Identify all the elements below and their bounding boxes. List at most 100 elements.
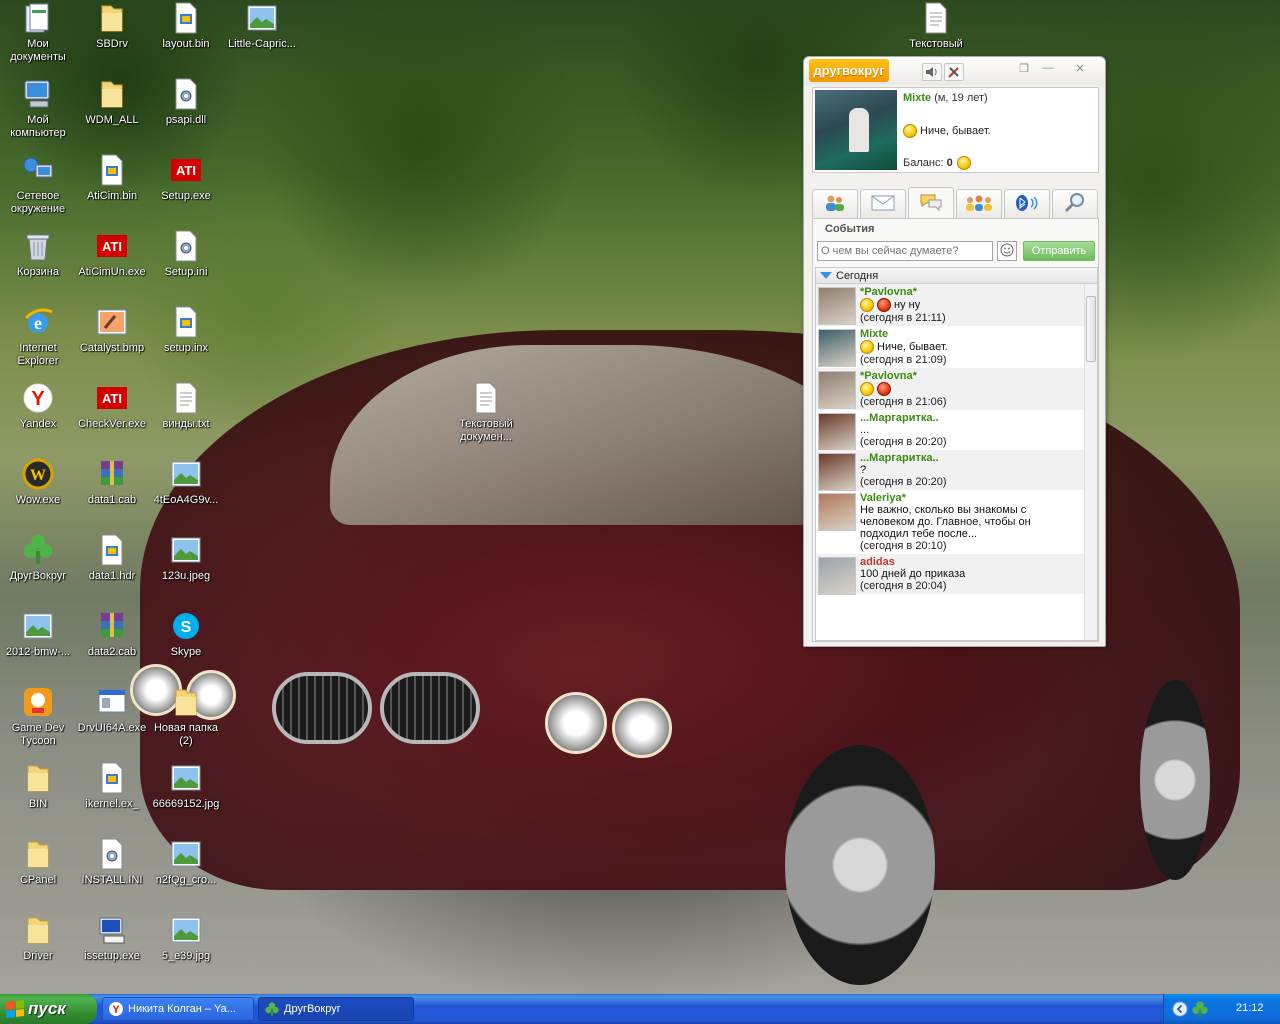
feed-scrollbar[interactable] [1084, 284, 1097, 640]
bluetooth-icon [1013, 193, 1041, 216]
scrollbar-thumb[interactable] [1086, 296, 1096, 362]
desktop-icon[interactable]: data1.hdr [74, 532, 150, 604]
desktop-icon[interactable]: Game Dev Tycoon [0, 684, 76, 756]
tray-drugvokrug-icon[interactable] [1192, 1001, 1208, 1020]
desktop-icon[interactable]: ikernel.ex_ [74, 760, 150, 832]
desktop-icon[interactable]: Мой компьютер [0, 76, 76, 148]
desktop-icon[interactable]: SBDrv [74, 0, 150, 72]
desktop-icon[interactable]: Driver [0, 912, 76, 984]
drugvokrug-titlebar[interactable]: другвокруг ❐ — ✕ [804, 57, 1105, 85]
feed-group-header[interactable]: Сегодня [816, 268, 1097, 284]
clock[interactable]: 21:12 [1236, 1002, 1264, 1014]
desktop-icon[interactable]: n2fQg_cro... [148, 836, 224, 908]
feed-item[interactable]: ...Маргаритка..? (сегодня в 20:20) [816, 450, 1084, 491]
desktop-icon[interactable]: Y Yandex [0, 380, 76, 452]
desktop-icon[interactable]: AtiCim.bin [74, 152, 150, 224]
close-icon[interactable]: ✕ [1070, 60, 1090, 76]
desktop-icon[interactable]: Setup.ini [148, 228, 224, 300]
desktop-icon[interactable]: WDM_ALL [74, 76, 150, 148]
minimize-icon[interactable]: — [1038, 60, 1058, 76]
desktop-icon[interactable]: ДругВокруг [0, 532, 76, 604]
feed-time: (сегодня в 20:20) [860, 476, 947, 488]
start-button[interactable]: пуск [0, 994, 97, 1024]
settings-file-icon [170, 230, 202, 262]
emoji-button[interactable] [997, 241, 1017, 261]
desktop-icon-label: BIN [28, 798, 48, 810]
feed-avatar[interactable] [818, 413, 856, 451]
desktop-icon[interactable]: W Wow.exe [0, 456, 76, 528]
feed-author[interactable]: *Pavlovna* [860, 286, 1082, 298]
desktop-icon[interactable]: psapi.dll [148, 76, 224, 148]
feed-avatar[interactable] [818, 453, 856, 491]
feed-item[interactable]: *Pavlovna* ну ну (сегодня в 21:11) [816, 284, 1084, 326]
feed-avatar[interactable] [818, 287, 856, 325]
tab-contacts[interactable] [812, 189, 858, 219]
tab-messages[interactable] [860, 189, 906, 219]
desktop-icon[interactable]: Сетевое окружение [0, 152, 76, 224]
feed-item[interactable]: adidas 100 дней до приказа (сегодня в 20:0… [816, 554, 1084, 595]
desktop-icon[interactable]: INSTALL.INI [74, 836, 150, 908]
task-drugvokrug[interactable]: ДругВокруг [258, 997, 414, 1021]
feed-avatar[interactable] [818, 329, 856, 367]
tab-people-nearby[interactable] [956, 189, 1002, 219]
desktop-icon[interactable]: data1.cab [74, 456, 150, 528]
feed-author[interactable]: ...Маргаритка.. [860, 412, 1082, 424]
drugvokrug-window[interactable]: другвокруг ❐ — ✕ Mixte (м, 19 лет) Ниче,… [803, 56, 1106, 647]
desktop-icon[interactable]: Текстовый докумен... [448, 380, 524, 452]
desktop-icon[interactable]: BIN [0, 760, 76, 832]
windows-flag-icon [6, 1000, 24, 1018]
tab-bluetooth[interactable] [1004, 189, 1050, 219]
image-file-icon [170, 762, 202, 794]
feed-author[interactable]: Valeriya* [860, 492, 1082, 504]
feed-avatar[interactable] [818, 371, 856, 409]
feed-author[interactable]: ...Маргаритка.. [860, 452, 1082, 464]
desktop-icon[interactable]: Мои документы [0, 0, 76, 72]
wallpaper-car-rear-wheel [1140, 680, 1210, 880]
settings-tools-icon[interactable] [944, 63, 964, 81]
profile-avatar[interactable] [815, 90, 897, 170]
sound-icon[interactable] [922, 63, 942, 81]
desktop-icon[interactable]: setup.inx [148, 304, 224, 376]
desktop-icon[interactable]: CPanel [0, 836, 76, 908]
desktop-icon[interactable]: Catalyst.bmp [74, 304, 150, 376]
status-input[interactable] [817, 241, 993, 261]
desktop-icon[interactable]: S Skype [148, 608, 224, 680]
desktop-icon[interactable]: 2012-bmw-... [0, 608, 76, 680]
desktop-icon[interactable]: 66669152.jpg [148, 760, 224, 832]
desktop-icon[interactable]: e Internet Explorer [0, 304, 76, 376]
tray-back-arrow-icon[interactable] [1172, 1001, 1188, 1020]
feed-author[interactable]: Mixte [860, 328, 1082, 340]
desktop-icon[interactable]: винды.txt [148, 380, 224, 452]
desktop-icon[interactable]: ATI CheckVer.exe [74, 380, 150, 452]
desktop-icon[interactable]: data2.cab [74, 608, 150, 680]
desktop-icon-label: Skype [170, 646, 202, 658]
paint-file-icon [96, 306, 128, 338]
feed-author[interactable]: *Pavlovna* [860, 370, 1082, 382]
send-button[interactable]: Отправить [1023, 241, 1095, 261]
events-feed[interactable]: Сегодня *Pavlovna* ну ну (сегодня в 21:11)… [815, 267, 1098, 641]
desktop-icon[interactable]: Little-Capric... [224, 0, 300, 72]
image-file-icon [170, 914, 202, 946]
feed-item[interactable]: Valeriya* Не важно, сколько вы знакомы с … [816, 490, 1084, 554]
restore-icon[interactable]: ❐ [1014, 60, 1034, 76]
feed-avatar[interactable] [818, 493, 856, 531]
desktop-icon[interactable]: ATI AtiCimUn.exe [74, 228, 150, 300]
desktop-icon[interactable]: Новая папка (2) [148, 684, 224, 756]
tab-search[interactable] [1052, 189, 1098, 219]
desktop-icon[interactable]: 4tEoA4G9v... [148, 456, 224, 528]
feed-item[interactable]: Mixte Ниче, бывает. (сегодня в 21:09) [816, 326, 1084, 368]
feed-item[interactable]: *Pavlovna* (сегодня в 21:06) [816, 368, 1084, 410]
desktop-icon[interactable]: Корзина [0, 228, 76, 300]
desktop-icon[interactable]: issetup.exe [74, 912, 150, 984]
desktop-icon[interactable]: 5_e39.jpg [148, 912, 224, 984]
tab-events[interactable] [908, 187, 954, 219]
desktop-icon[interactable]: 123u.jpeg [148, 532, 224, 604]
desktop-icon[interactable]: layout.bin [148, 0, 224, 72]
desktop-icon[interactable]: DrvUI64A.exe [74, 684, 150, 756]
feed-avatar[interactable] [818, 557, 856, 595]
profile-name[interactable]: Mixte [903, 92, 931, 104]
task-yandex-browser[interactable]: Y Никита Колган – Ya... [102, 997, 254, 1021]
feed-item[interactable]: ...Маргаритка..... (сегодня в 20:20) [816, 410, 1084, 451]
feed-author[interactable]: adidas [860, 556, 1082, 568]
desktop-icon[interactable]: ATI Setup.exe [148, 152, 224, 224]
